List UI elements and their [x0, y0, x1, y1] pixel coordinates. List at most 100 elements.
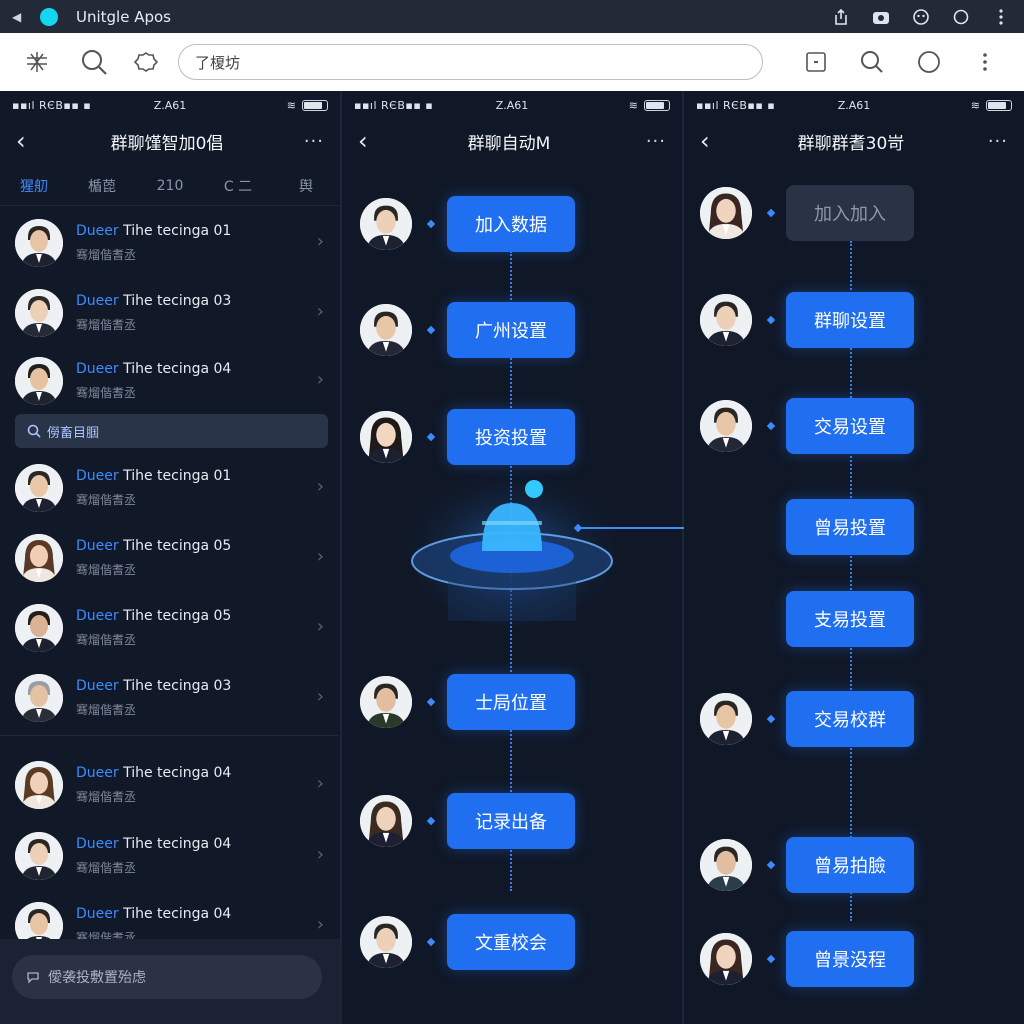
list-item-title: Dueer Tihe tecinga 05 [76, 608, 231, 624]
flow-node-button[interactable]: 支易投置 [786, 591, 914, 647]
list-item-prefix: Dueer [76, 836, 119, 852]
list-item[interactable]: Dueer Tihe tecinga 03 骞熘偕耆丞 › [0, 281, 338, 347]
menu-icon[interactable] [970, 47, 1000, 77]
battery-icon [985, 99, 1012, 111]
avatar [15, 464, 63, 512]
avatar [360, 795, 412, 847]
share-icon[interactable] [832, 8, 850, 26]
list-item[interactable]: Dueer Tihe tecinga 04 骞熘偕耆丞 › [0, 349, 338, 415]
list-item-subtitle: 骞熘偕耆丞 [76, 703, 137, 717]
list-item[interactable]: Dueer Tihe tecinga 01 骞熘偕耆丞 › [0, 456, 338, 522]
list-divider [0, 735, 338, 736]
panel-title: 群聊馑智加0倡 [110, 133, 224, 154]
avatar [700, 294, 752, 346]
connector-dot [766, 954, 776, 964]
avatar [700, 187, 752, 239]
list-item-prefix: Dueer [76, 361, 119, 377]
list-item[interactable]: Dueer Tihe tecinga 05 骞熘偕耆丞 › [0, 526, 338, 592]
search-icon[interactable] [79, 47, 109, 77]
network-icon[interactable] [22, 47, 52, 77]
flow-node-button[interactable]: 广州设置 [447, 302, 575, 358]
tab-2[interactable]: 210 [136, 178, 204, 194]
profile-circle-icon[interactable] [952, 8, 970, 26]
chevron-right-icon: › [316, 844, 324, 865]
account-icon[interactable] [914, 47, 944, 77]
back-icon[interactable]: ‹ [16, 127, 40, 155]
tab-0[interactable]: 猩舠 [0, 176, 68, 196]
list-item-title: Dueer Tihe tecinga 04 [76, 765, 231, 781]
list-item[interactable]: Dueer Tihe tecinga 03 骞熘偕耆丞 › [0, 666, 338, 732]
message-input[interactable]: 僾袭投敷置殆虑 [12, 955, 322, 999]
tab-4[interactable]: 舆 [272, 176, 340, 196]
list-item-subtitle: 骞熘偕耆丞 [76, 633, 137, 647]
app-icon [40, 7, 58, 26]
list-item-subtitle: 骞熘偕耆丞 [76, 861, 137, 875]
more-icon[interactable]: ··· [636, 131, 666, 152]
list-item-title: Dueer Tihe tecinga 04 [76, 906, 231, 922]
find-icon[interactable] [857, 47, 887, 77]
member-list-panel: ▪▪ıl RЄB▪▪ ▪ Z.A61 ≋ ‹ 群聊馑智加0倡 ··· 猩舠 楯萞… [0, 91, 340, 1024]
flow-node-button[interactable]: 曾易投置 [786, 499, 914, 555]
avatar [15, 604, 63, 652]
flow-node-button[interactable]: 投资投置 [447, 409, 575, 465]
connector-dot [766, 208, 776, 218]
list-item-subtitle: 骞熘偕耆丞 [76, 318, 137, 332]
list-item-name: Tihe tecinga 04 [123, 906, 232, 922]
flow-node-button[interactable]: 曾易拍臉 [786, 837, 914, 893]
avatar [15, 289, 63, 337]
tab-1[interactable]: 楯萞 [68, 176, 136, 196]
extension-icon[interactable] [912, 8, 930, 26]
back-icon[interactable]: ‹ [700, 127, 724, 155]
avatar [700, 693, 752, 745]
list-item-name: Tihe tecinga 04 [123, 361, 232, 377]
connector-dot [426, 325, 436, 335]
tab-3[interactable]: C 二 [204, 176, 272, 196]
status-bar: ▪▪ıl RЄB▪▪ ▪ Z.A61 ≋ [342, 91, 682, 119]
chevron-right-icon: › [316, 546, 324, 567]
connector-dot [426, 816, 436, 826]
settings-icon[interactable] [131, 47, 161, 77]
battery-icon [643, 99, 670, 111]
flow-node-button[interactable]: 曾景没程 [786, 931, 914, 987]
window-title: Unitgle Apos [76, 7, 171, 26]
wifi-icon: ≋ [286, 98, 296, 112]
list-item-prefix: Dueer [76, 538, 119, 554]
flow-node-button[interactable]: 群聊设置 [786, 292, 914, 348]
more-icon[interactable]: ··· [294, 131, 324, 152]
list-item-prefix: Dueer [76, 223, 119, 239]
more-icon[interactable]: ··· [978, 131, 1008, 152]
back-arrow-icon[interactable]: ◀ [12, 10, 36, 24]
list-item[interactable]: Dueer Tihe tecinga 05 骞熘偕耆丞 › [0, 596, 338, 662]
tab-icon[interactable] [801, 47, 831, 77]
flow-node-button[interactable]: 士局位置 [447, 674, 575, 730]
flow-node-button[interactable]: 记录出备 [447, 793, 575, 849]
flow-node-button[interactable]: 交易设置 [786, 398, 914, 454]
avatar [360, 304, 412, 356]
avatar [15, 832, 63, 880]
chevron-right-icon: › [316, 616, 324, 637]
flow-node-button[interactable]: 加入加入 [786, 185, 914, 241]
avatar [360, 676, 412, 728]
address-bar[interactable]: 了榎坊 [178, 44, 763, 80]
avatar [700, 400, 752, 452]
panel-title: 群聊自动M [467, 133, 551, 154]
flow-node-button[interactable]: 文重校会 [447, 914, 575, 970]
list-item[interactable]: Dueer Tihe tecinga 04 骞熘偕耆丞 › [0, 824, 338, 890]
nav-bar: ‹ 群聊群耆30岢 ··· [684, 119, 1024, 163]
flow-node-button[interactable]: 加入数据 [447, 196, 575, 252]
message-input-placeholder: 僾袭投敷置殆虑 [48, 970, 146, 986]
more-vertical-icon[interactable] [992, 8, 1010, 26]
panel-title: 群聊群耆30岢 [797, 133, 905, 154]
list-item[interactable]: Dueer Tihe tecinga 01 骞熘偕耆丞 › [0, 211, 338, 277]
search-strip[interactable]: 僗畜目腘 [15, 414, 328, 448]
connector-dot [766, 714, 776, 724]
avatar [360, 411, 412, 463]
window-title-bar: ◀ Unitgle Apos [0, 0, 1024, 33]
list-item-prefix: Dueer [76, 608, 119, 624]
list-item[interactable]: Dueer Tihe tecinga 04 骞熘偕耆丞 › [0, 753, 338, 819]
store-icon[interactable] [872, 8, 890, 26]
flow-node-button[interactable]: 交易校群 [786, 691, 914, 747]
chat-icon [27, 972, 39, 984]
back-icon[interactable]: ‹ [358, 127, 382, 155]
chevron-right-icon: › [316, 231, 324, 252]
